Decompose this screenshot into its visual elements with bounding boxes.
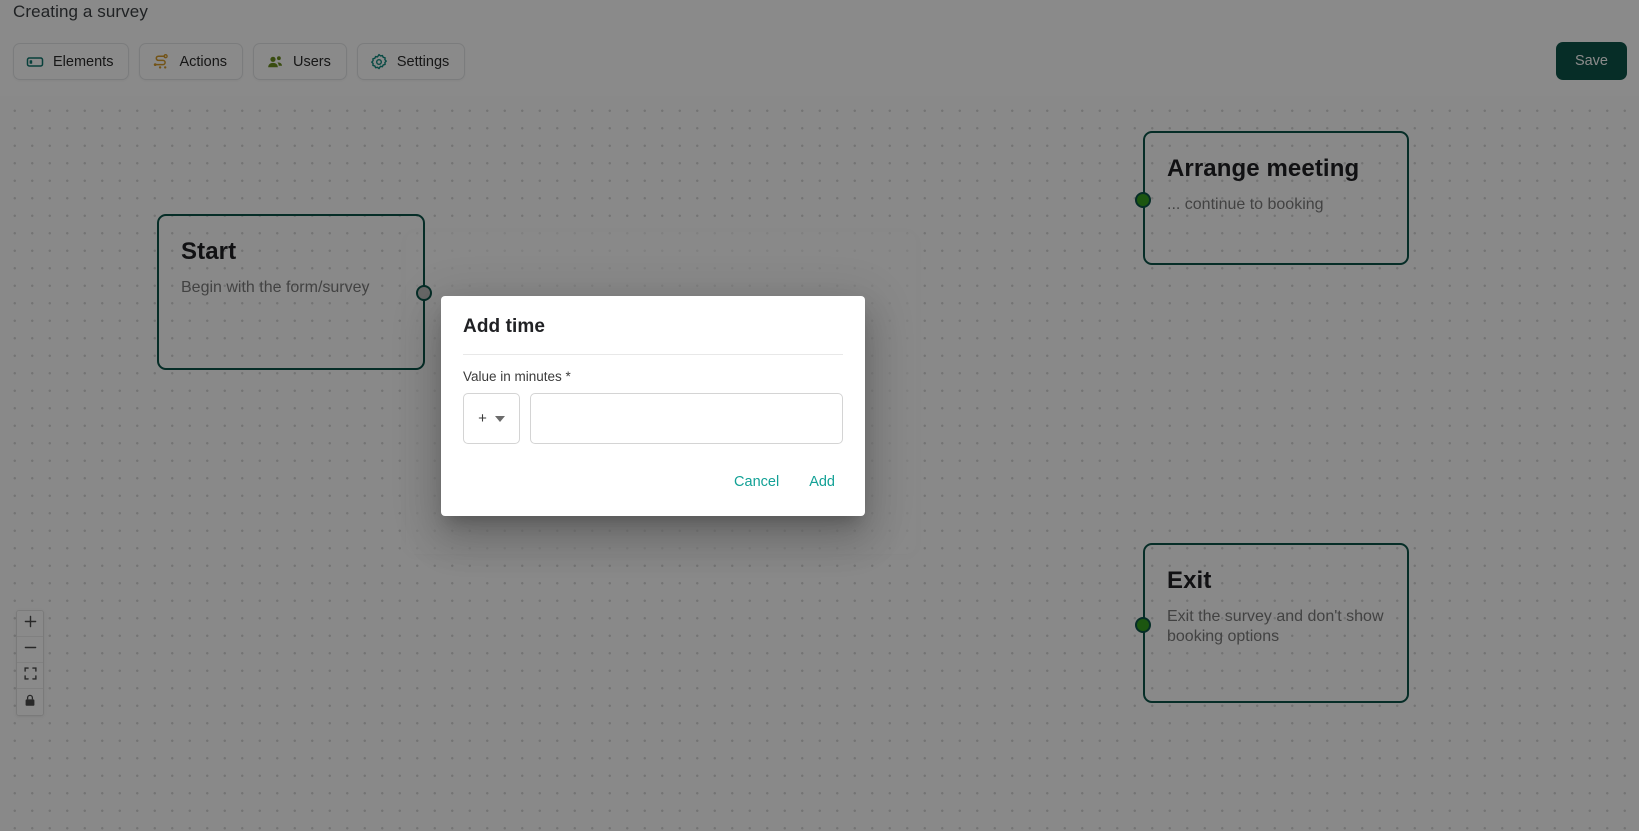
sign-select[interactable]: + [463, 393, 520, 444]
dialog-body: Value in minutes * + [441, 355, 865, 466]
app-root: Start Begin with the form/survey Arrange… [0, 0, 1639, 831]
value-field-row: + [463, 393, 843, 444]
value-field-label: Value in minutes * [463, 369, 571, 384]
value-input[interactable] [530, 393, 843, 444]
sign-select-value: + [478, 410, 487, 427]
add-time-dialog: Add time Value in minutes * + Cancel Add [441, 296, 865, 516]
cancel-button[interactable]: Cancel [726, 468, 787, 496]
add-button[interactable]: Add [801, 468, 843, 496]
dialog-footer: Cancel Add [441, 466, 865, 516]
chevron-down-icon [494, 415, 505, 422]
dialog-title: Add time [463, 316, 546, 337]
